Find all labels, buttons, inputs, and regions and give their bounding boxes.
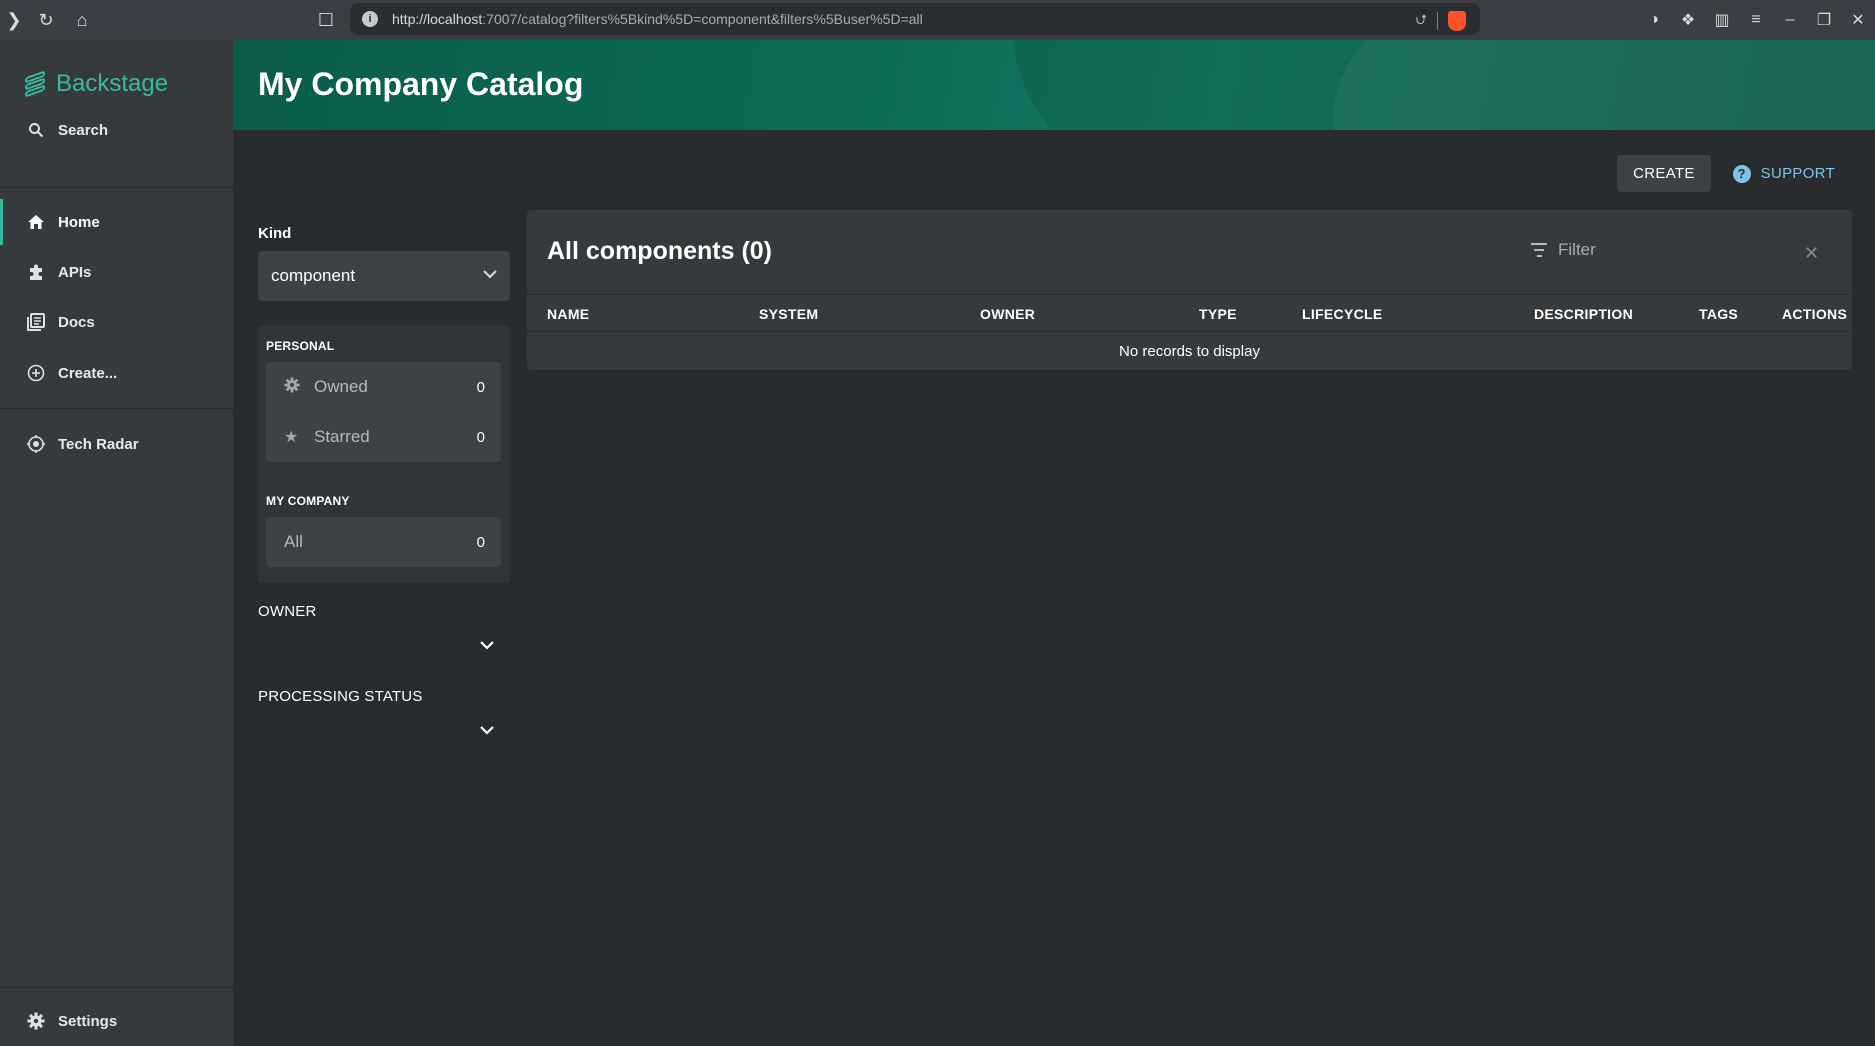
forward-icon[interactable]: ❯ bbox=[0, 0, 28, 40]
owner-filter-label: OWNER bbox=[258, 603, 317, 620]
table-header: NAME SYSTEM OWNER TYPE LIFECYCLE DESCRIP… bbox=[527, 294, 1852, 332]
sidebar-item-apis[interactable]: APIs bbox=[0, 249, 233, 295]
sidebar-item-create[interactable]: Create... bbox=[0, 350, 233, 396]
sidebar-item-search[interactable]: Search bbox=[0, 107, 233, 153]
company-group: All 0 bbox=[266, 517, 501, 567]
kind-select-value: component bbox=[271, 266, 356, 285]
sidebar-item-label: Search bbox=[58, 121, 109, 139]
separator bbox=[1437, 12, 1438, 30]
close-window-icon[interactable]: ✕ bbox=[1841, 0, 1875, 40]
sidebar-item-label: Docs bbox=[58, 313, 95, 331]
empty-table-message: No records to display bbox=[1119, 342, 1260, 360]
column-header-tags[interactable]: TAGS bbox=[1699, 306, 1738, 322]
chevron-down-icon[interactable] bbox=[477, 720, 497, 740]
sidebar-item-label: Create... bbox=[58, 364, 118, 382]
restore-icon[interactable]: ❐ bbox=[1807, 0, 1841, 40]
user-list-picker: PERSONAL Owned 0 ★ Starred 0 MY COMPANY … bbox=[258, 325, 510, 583]
header-decoration bbox=[1333, 40, 1875, 130]
help-icon: ? bbox=[1732, 164, 1751, 183]
gear-icon bbox=[284, 376, 302, 398]
reload-icon[interactable]: ↻ bbox=[28, 0, 64, 40]
browser-home-icon[interactable]: ⌂ bbox=[64, 0, 100, 40]
bookmark-icon[interactable]: ☐ bbox=[308, 0, 344, 40]
sidebar-item-settings[interactable]: Settings bbox=[0, 998, 233, 1044]
filter-owned-label: Owned bbox=[314, 377, 368, 396]
radar-icon bbox=[26, 434, 46, 454]
chevron-down-icon[interactable] bbox=[477, 635, 497, 655]
filter-owned-count: 0 bbox=[476, 378, 485, 396]
brave-shield-icon[interactable] bbox=[1448, 11, 1466, 31]
column-header-actions: ACTIONS bbox=[1782, 306, 1848, 322]
column-header-name[interactable]: NAME bbox=[547, 306, 589, 322]
main-content: CREATE ? SUPPORT Kind component PERSONAL… bbox=[233, 130, 1875, 1046]
logo-text: Backstage bbox=[56, 70, 169, 97]
url-text: http://localhost:7007/catalog?filters%5B… bbox=[392, 11, 923, 27]
sidebar-item-tech-radar[interactable]: Tech Radar bbox=[0, 421, 233, 467]
page-title: My Company Catalog bbox=[258, 66, 584, 102]
table-filter-input[interactable]: Filter bbox=[1530, 240, 1596, 260]
sidebar-item-home[interactable]: Home bbox=[0, 199, 233, 245]
kind-select[interactable]: component bbox=[258, 251, 510, 301]
sidebar-item-docs[interactable]: Docs bbox=[0, 299, 233, 345]
search-icon bbox=[26, 120, 46, 140]
filter-all-label: All bbox=[284, 532, 303, 551]
sidebar-item-label: Home bbox=[58, 213, 100, 231]
filter-all-count: 0 bbox=[476, 533, 485, 551]
column-header-lifecycle[interactable]: LIFECYCLE bbox=[1302, 306, 1382, 322]
backstage-logo[interactable]: Backstage bbox=[22, 70, 168, 98]
star-icon: ★ bbox=[284, 429, 299, 446]
minimize-icon[interactable]: – bbox=[1773, 0, 1807, 40]
column-header-owner[interactable]: OWNER bbox=[980, 306, 1035, 322]
column-header-type[interactable]: TYPE bbox=[1199, 306, 1237, 322]
sidebar-toggle-icon[interactable]: ▥ bbox=[1705, 0, 1739, 40]
clear-filter-icon[interactable]: ✕ bbox=[1804, 243, 1819, 264]
support-button[interactable]: ? SUPPORT bbox=[1732, 164, 1835, 183]
filter-starred-count: 0 bbox=[476, 428, 485, 446]
sidebar-item-label: Settings bbox=[58, 1012, 118, 1030]
sidebar: Backstage Search Home APIs Docs Create..… bbox=[0, 40, 233, 1046]
column-header-system[interactable]: SYSTEM bbox=[759, 306, 818, 322]
table-title: All components (0) bbox=[547, 237, 773, 265]
address-bar[interactable]: i http://localhost:7007/catalog?filters%… bbox=[350, 3, 1480, 35]
column-header-description[interactable]: DESCRIPTION bbox=[1534, 306, 1633, 322]
personal-group-title: PERSONAL bbox=[266, 339, 335, 353]
filter-icon bbox=[1530, 243, 1548, 257]
company-group-title: MY COMPANY bbox=[266, 494, 350, 508]
chevron-down-icon bbox=[480, 264, 500, 284]
sidebar-item-label: Tech Radar bbox=[58, 435, 139, 453]
filter-starred-label: Starred bbox=[314, 427, 370, 446]
add-circle-icon bbox=[26, 363, 46, 383]
docs-icon bbox=[26, 312, 46, 332]
divider bbox=[0, 187, 233, 188]
filter-all[interactable]: All 0 bbox=[266, 517, 501, 567]
support-label: SUPPORT bbox=[1760, 165, 1835, 182]
page-header: My Company Catalog bbox=[233, 40, 1875, 130]
divider bbox=[0, 408, 233, 409]
divider bbox=[0, 987, 233, 988]
catalog-table: All components (0) Filter ✕ NAME SYSTEM … bbox=[527, 210, 1852, 370]
processing-status-filter-label: PROCESSING STATUS bbox=[258, 688, 423, 705]
puzzle-icon bbox=[26, 262, 46, 282]
filter-starred[interactable]: ★ Starred 0 bbox=[266, 412, 501, 462]
sidebar-item-label: APIs bbox=[58, 263, 92, 281]
home-icon bbox=[26, 212, 46, 232]
browser-toolbar: ❯ ↻ ⌂ ☐ i http://localhost:7007/catalog?… bbox=[0, 0, 1875, 40]
site-info-icon[interactable]: i bbox=[362, 11, 378, 27]
kind-label: Kind bbox=[258, 225, 292, 242]
extension-mask-icon[interactable]: ◑ bbox=[1637, 0, 1671, 40]
share-icon[interactable]: ⮍ bbox=[1416, 9, 1427, 33]
extensions-icon[interactable]: ❖ bbox=[1671, 0, 1705, 40]
filter-owned[interactable]: Owned 0 bbox=[266, 362, 501, 412]
filter-placeholder: Filter bbox=[1558, 240, 1596, 259]
backstage-logo-icon bbox=[22, 70, 48, 98]
personal-group: Owned 0 ★ Starred 0 bbox=[266, 362, 501, 462]
gear-icon bbox=[26, 1011, 46, 1031]
create-button[interactable]: CREATE bbox=[1617, 155, 1711, 192]
menu-icon[interactable]: ≡ bbox=[1739, 0, 1773, 40]
